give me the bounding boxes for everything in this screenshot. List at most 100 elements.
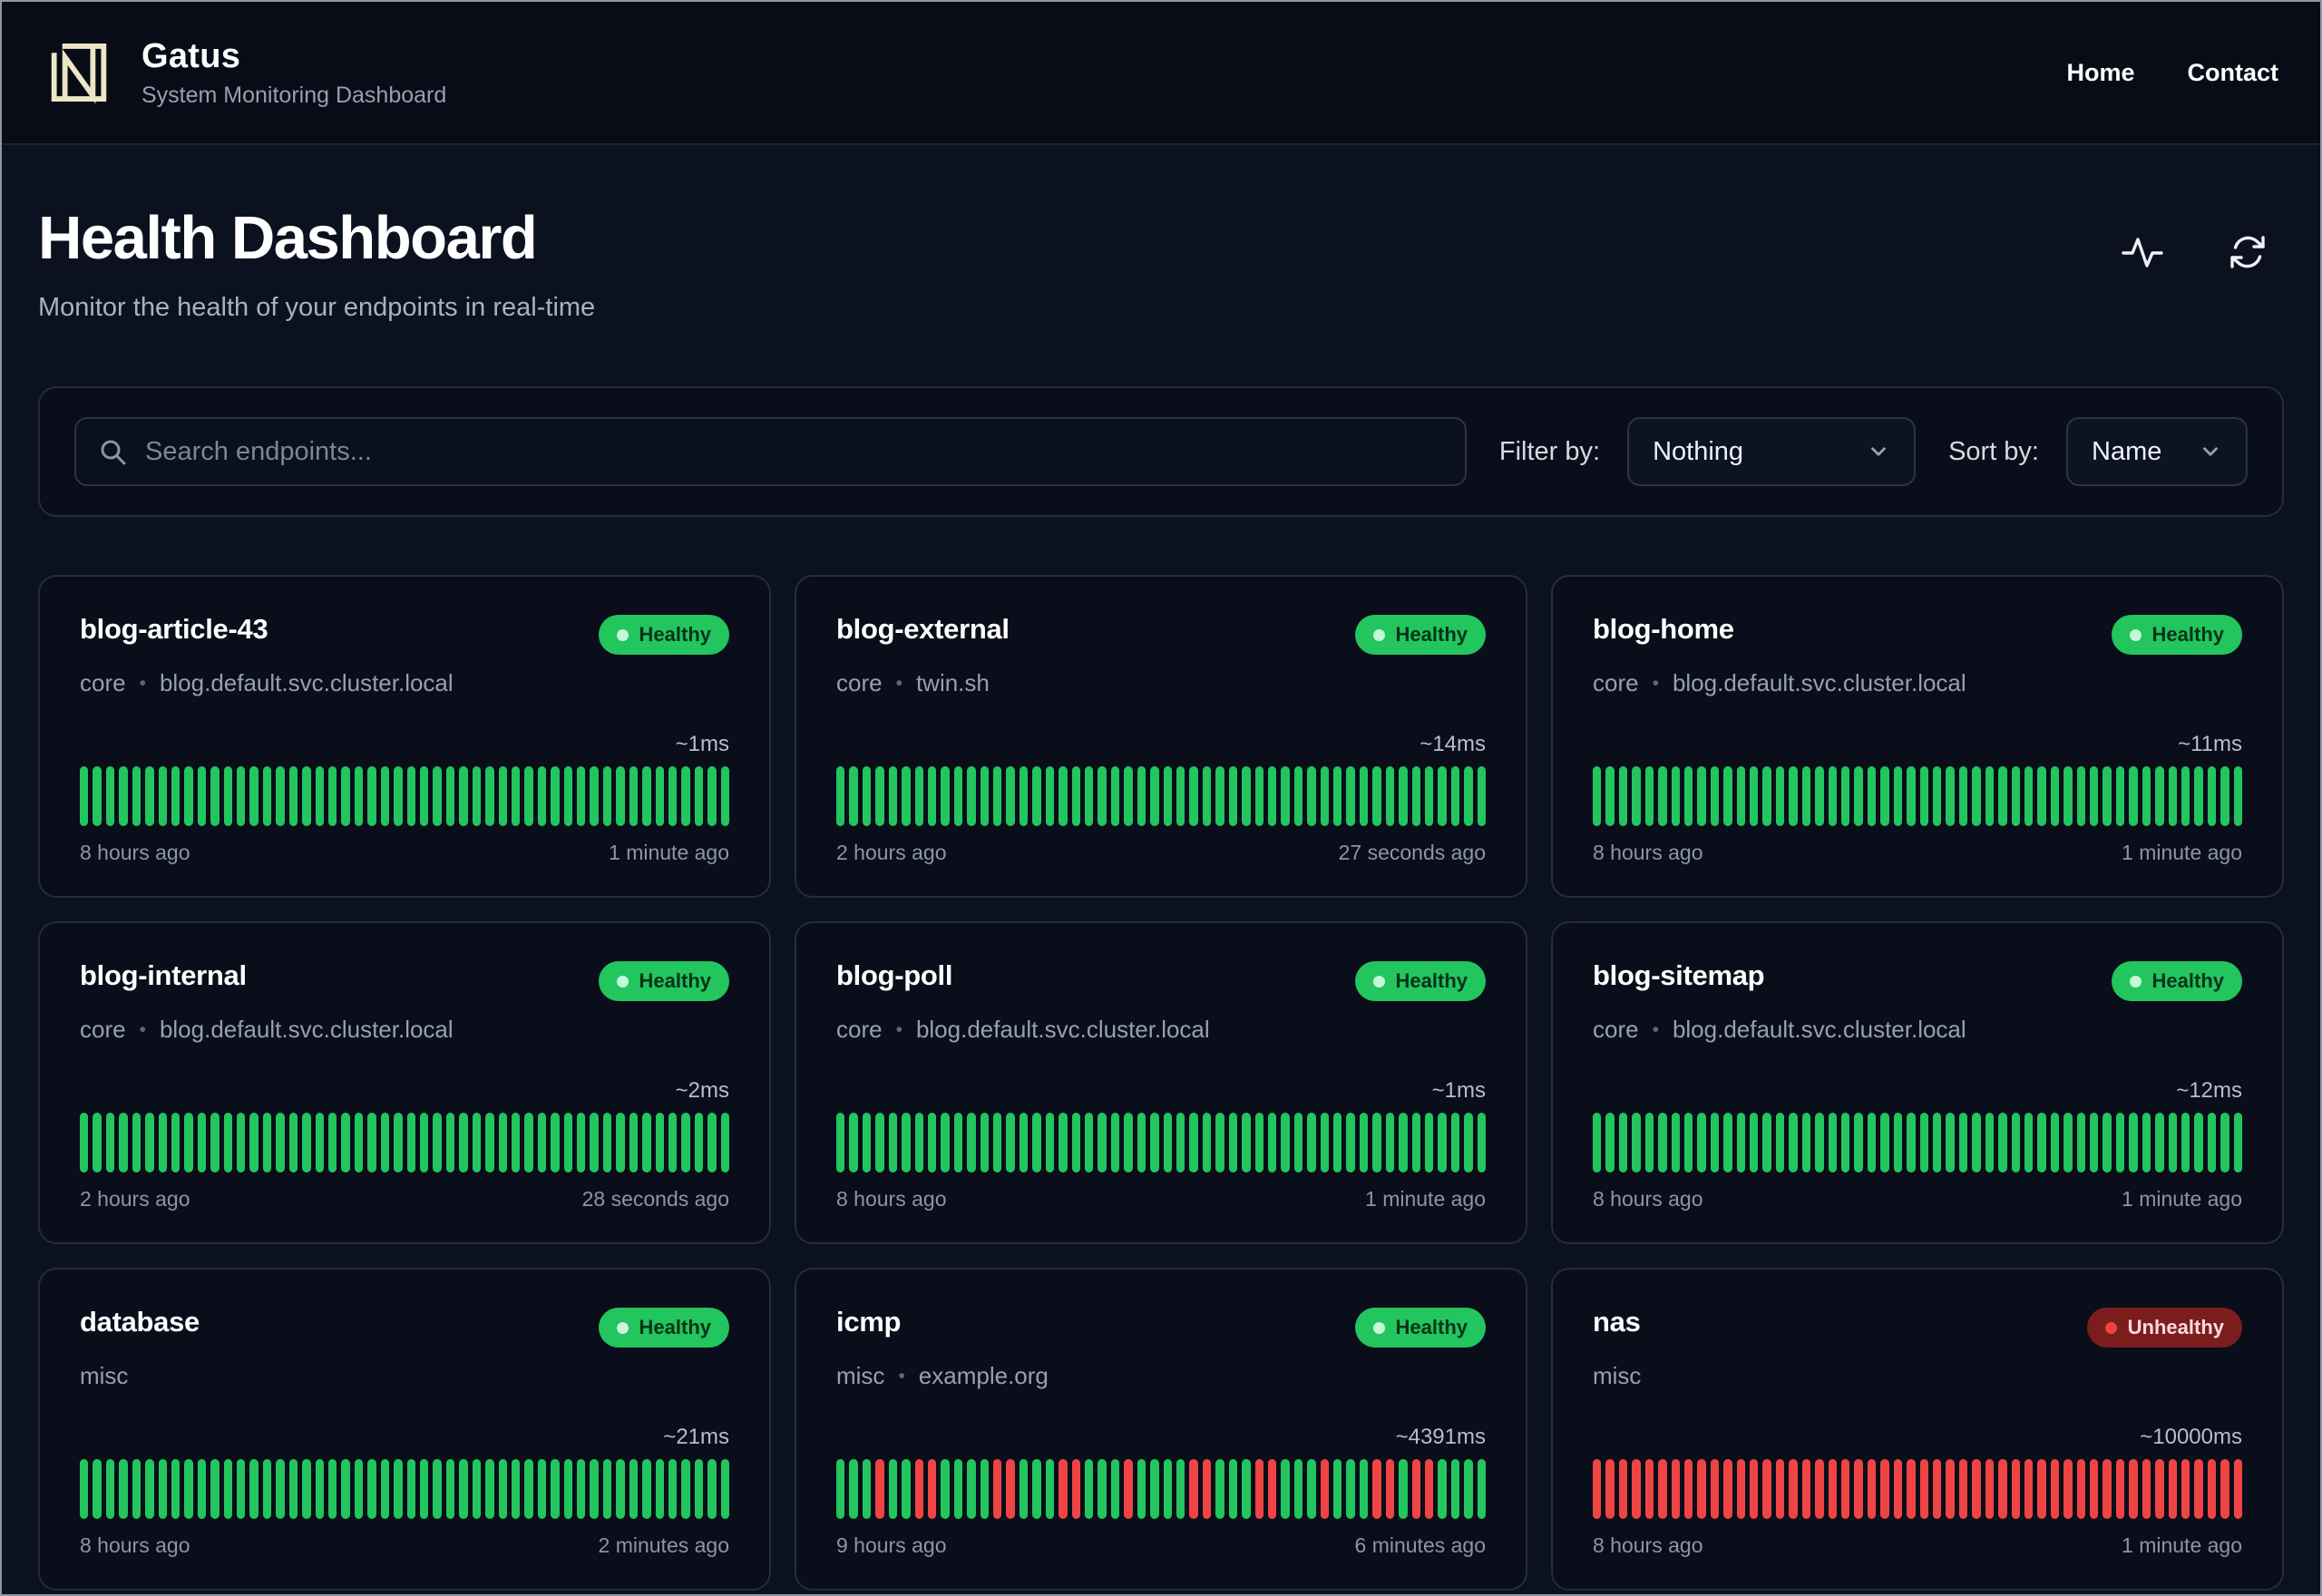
history-bar[interactable]: [1762, 1113, 1771, 1173]
history-bar[interactable]: [1071, 1459, 1081, 1519]
history-bar[interactable]: [629, 766, 639, 826]
history-bar[interactable]: [2115, 1113, 2125, 1173]
history-bar[interactable]: [849, 766, 858, 826]
history-bar[interactable]: [80, 1459, 89, 1519]
history-bar[interactable]: [2194, 766, 2203, 826]
sort-select[interactable]: Name: [2066, 417, 2248, 486]
history-bar[interactable]: [1867, 1113, 1877, 1173]
history-bar[interactable]: [1333, 766, 1342, 826]
history-bar[interactable]: [1281, 1459, 1290, 1519]
history-bar[interactable]: [145, 1113, 154, 1173]
history-bar[interactable]: [145, 1459, 154, 1519]
history-bar[interactable]: [511, 1459, 521, 1519]
history-bar[interactable]: [380, 766, 390, 826]
history-bar[interactable]: [1071, 1113, 1081, 1173]
history-bar[interactable]: [2076, 766, 2086, 826]
history-bar[interactable]: [1438, 766, 1447, 826]
history-bar[interactable]: [2050, 1459, 2060, 1519]
history-bar[interactable]: [953, 1459, 963, 1519]
endpoint-card[interactable]: nas Unhealthy misc ~10000ms 8 hours ago …: [1551, 1268, 2284, 1591]
history-bar[interactable]: [498, 766, 507, 826]
history-bar[interactable]: [1267, 1113, 1277, 1173]
history-bar[interactable]: [2024, 766, 2034, 826]
history-bar[interactable]: [354, 1113, 364, 1173]
history-bar[interactable]: [1710, 1113, 1720, 1173]
history-bar[interactable]: [132, 1459, 141, 1519]
history-bar[interactable]: [1110, 1459, 1120, 1519]
history-bar[interactable]: [888, 1459, 898, 1519]
history-bar[interactable]: [2155, 1113, 2164, 1173]
endpoint-card[interactable]: icmp Healthy misc • example.org ~4391ms …: [795, 1268, 1527, 1591]
history-bar[interactable]: [1907, 1459, 1916, 1519]
history-bar[interactable]: [524, 766, 533, 826]
history-bar[interactable]: [1438, 1113, 1447, 1173]
history-bar[interactable]: [2142, 766, 2151, 826]
history-bar[interactable]: [1775, 1459, 1785, 1519]
history-bar[interactable]: [1658, 1113, 1667, 1173]
history-bar[interactable]: [262, 1459, 272, 1519]
history-bar[interactable]: [1202, 766, 1212, 826]
activity-icon[interactable]: [2121, 230, 2164, 274]
history-bar[interactable]: [1618, 1459, 1628, 1519]
history-bar[interactable]: [849, 1113, 858, 1173]
history-bar[interactable]: [1683, 1113, 1693, 1173]
history-bar[interactable]: [875, 1113, 884, 1173]
history-bar[interactable]: [590, 766, 599, 826]
history-bar[interactable]: [993, 1459, 1002, 1519]
history-bar[interactable]: [223, 1113, 233, 1173]
history-bar[interactable]: [1697, 766, 1706, 826]
history-bar[interactable]: [616, 1459, 625, 1519]
history-bar[interactable]: [1762, 766, 1771, 826]
history-bar[interactable]: [1723, 1113, 1732, 1173]
history-bar[interactable]: [642, 1113, 651, 1173]
history-bar[interactable]: [341, 1459, 350, 1519]
history-bar[interactable]: [2207, 1113, 2217, 1173]
history-bar[interactable]: [1333, 1113, 1342, 1173]
history-bar[interactable]: [629, 1113, 639, 1173]
history-bar[interactable]: [288, 1459, 298, 1519]
history-bar[interactable]: [1828, 1459, 1838, 1519]
endpoint-card[interactable]: blog-external Healthy core • twin.sh ~14…: [795, 575, 1527, 898]
history-bar[interactable]: [433, 1459, 442, 1519]
history-bar[interactable]: [511, 1113, 521, 1173]
history-bar[interactable]: [1098, 1459, 1107, 1519]
history-bar[interactable]: [210, 1459, 220, 1519]
history-bar[interactable]: [2181, 1113, 2190, 1173]
history-bar[interactable]: [1644, 766, 1654, 826]
history-bar[interactable]: [276, 1459, 285, 1519]
history-bar[interactable]: [1893, 766, 1903, 826]
history-bar[interactable]: [380, 1113, 390, 1173]
history-bar[interactable]: [1618, 766, 1628, 826]
history-bar[interactable]: [941, 1113, 950, 1173]
history-bar[interactable]: [551, 1113, 560, 1173]
history-bar[interactable]: [1372, 766, 1381, 826]
history-bar[interactable]: [1450, 1113, 1460, 1173]
history-bar[interactable]: [419, 1459, 429, 1519]
history-bar[interactable]: [158, 1459, 167, 1519]
history-bar[interactable]: [1593, 1459, 1602, 1519]
history-bar[interactable]: [1736, 766, 1746, 826]
endpoint-card[interactable]: blog-poll Healthy core • blog.default.sv…: [795, 921, 1527, 1244]
history-bar[interactable]: [1972, 766, 1981, 826]
history-bar[interactable]: [2090, 1459, 2099, 1519]
history-bar[interactable]: [1110, 1113, 1120, 1173]
history-bar[interactable]: [1710, 1459, 1720, 1519]
history-bar[interactable]: [1320, 766, 1330, 826]
history-bar[interactable]: [1632, 766, 1641, 826]
history-bar[interactable]: [1789, 766, 1798, 826]
history-bar[interactable]: [616, 766, 625, 826]
history-bar[interactable]: [1346, 1459, 1355, 1519]
history-bar[interactable]: [902, 766, 911, 826]
history-bar[interactable]: [1242, 1113, 1251, 1173]
history-bar[interactable]: [1671, 1113, 1680, 1173]
history-bar[interactable]: [288, 766, 298, 826]
history-bar[interactable]: [1346, 1113, 1355, 1173]
history-bar[interactable]: [1828, 766, 1838, 826]
history-bar[interactable]: [1032, 1459, 1041, 1519]
history-bar[interactable]: [1775, 766, 1785, 826]
history-bar[interactable]: [1215, 1113, 1224, 1173]
history-bar[interactable]: [237, 1459, 246, 1519]
history-bar[interactable]: [93, 766, 102, 826]
history-bar[interactable]: [1320, 1113, 1330, 1173]
history-bar[interactable]: [328, 1113, 337, 1173]
